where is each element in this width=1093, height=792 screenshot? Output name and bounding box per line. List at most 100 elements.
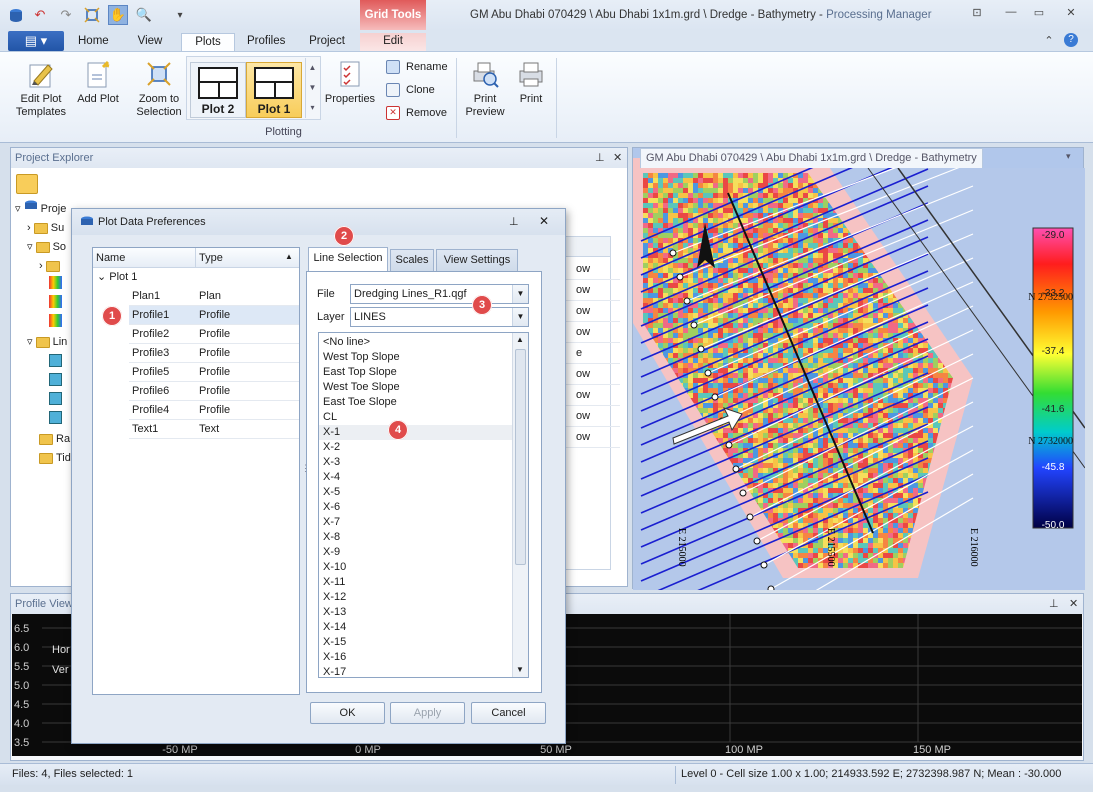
pin-icon[interactable]: ⊥ [1049,597,1059,610]
help-icon[interactable]: ? [1064,33,1078,47]
plot-1-thumbnail[interactable]: Plot 1 [246,62,302,118]
ok-button[interactable]: OK [310,702,385,724]
application-menu-button[interactable]: ▤ ▾ [8,31,64,51]
zoom-extent-icon[interactable] [82,5,102,25]
bathymetry-map[interactable]: -29.0-33.2-37.4-41.6-45.8-50.0N 2732500N… [633,117,1086,617]
tab-scales[interactable]: Scales [390,249,434,271]
line-list-item[interactable]: X-5 [323,485,340,500]
plot-group-row[interactable]: ⌄ Plot 1 [97,270,137,283]
tree-item-folder[interactable]: Tid [39,450,71,466]
tree-item-grid[interactable] [49,295,62,311]
line-list-item[interactable]: X-15 [323,635,346,650]
explorer-toolbar-button[interactable] [16,174,38,194]
add-plot-button[interactable]: Add Plot [74,58,122,106]
line-list-item[interactable]: East Top Slope [323,365,397,380]
redo-icon[interactable]: ↷ [56,5,76,25]
table-row[interactable]: Profile3 Profile [129,344,299,363]
tree-item-line[interactable] [49,411,62,427]
line-list-item[interactable]: X-17 [323,665,346,677]
table-row[interactable]: Plan1 Plan [129,287,299,306]
file-combo[interactable]: Dredging Lines_R1.qgf ▼ [350,284,529,304]
tree-item-folder[interactable]: ▿ So [27,239,66,255]
panel-close-icon[interactable]: ✕ [1069,597,1078,610]
pin-icon[interactable]: ⊥ [595,151,605,164]
table-row[interactable]: Profile6 Profile [129,382,299,401]
column-name[interactable]: Name [96,252,125,264]
line-list-item[interactable]: X-9 [323,545,340,560]
tree-item-project[interactable]: ▿ Proje [15,200,66,216]
tree-item-line[interactable] [49,392,62,408]
cancel-button[interactable]: Cancel [471,702,546,724]
table-row[interactable]: Profile4 Profile [129,401,299,420]
line-list-item[interactable]: <No line> [323,335,370,350]
table-row[interactable]: Profile1 Profile [129,306,299,325]
print-preview-button[interactable]: Print Preview [462,58,508,119]
restore-layout-icon[interactable]: ⊡ [968,6,986,22]
print-button[interactable]: Print [512,58,550,106]
line-list-item[interactable]: X-12 [323,590,346,605]
scroll-down-icon[interactable]: ▼ [516,665,524,674]
table-row[interactable]: Text1 Text [129,420,299,439]
table-row[interactable]: Profile5 Profile [129,363,299,382]
line-list-item[interactable]: X-11 [323,575,345,590]
tab-profiles[interactable]: Profiles [239,33,293,52]
tab-home[interactable]: Home [70,33,116,52]
undo-icon[interactable]: ↶ [30,5,50,25]
line-list-item[interactable]: X-2 [323,440,340,455]
edit-plot-templates-button[interactable]: Edit Plot Templates [12,58,70,119]
maximize-icon[interactable]: ▭ [1030,6,1048,22]
map-document-tab[interactable]: GM Abu Dhabi 070429 \ Abu Dhabi 1x1m.grd… [640,148,983,168]
dialog-close-icon[interactable]: ✕ [539,214,549,228]
line-list-item[interactable]: West Toe Slope [323,380,400,395]
apply-button[interactable]: Apply [390,702,465,724]
tree-item-folder[interactable]: › Su [27,220,64,236]
line-list-item[interactable]: X-1 [319,425,512,440]
tab-view-settings[interactable]: View Settings [436,249,518,271]
tree-item-grid[interactable] [49,276,62,292]
properties-button[interactable]: Properties [322,58,378,106]
rename-button[interactable]: Rename [384,58,448,76]
customize-qat-icon[interactable]: ▾ [170,5,190,25]
tab-line-selection[interactable]: Line Selection [308,247,388,271]
list-scrollbar[interactable]: ▲ ▼ [512,333,528,677]
tab-plots[interactable]: Plots [181,33,235,52]
line-list-item[interactable]: X-4 [323,470,340,485]
line-list[interactable]: <No line> West Top Slope East Top Slope Wes… [318,332,529,678]
minimize-icon[interactable]: — [1002,6,1020,22]
zoom-icon[interactable]: 🔍 [134,5,154,25]
clone-button[interactable]: Clone [384,81,435,99]
remove-button[interactable]: ✕ Remove [384,104,447,122]
dialog-pin-icon[interactable]: ⊥ [509,215,519,228]
line-list-item[interactable]: X-6 [323,500,340,515]
app-icon[interactable] [6,5,26,25]
tab-edit[interactable]: Edit [360,33,426,52]
close-icon[interactable]: ✕ [1062,6,1080,22]
line-list-item[interactable]: X-16 [323,650,346,665]
line-list-item[interactable]: East Toe Slope [323,395,397,410]
tree-item-grid[interactable] [49,314,62,330]
line-list-item[interactable]: X-10 [323,560,346,575]
line-list-item[interactable]: X-13 [323,605,346,620]
tab-view[interactable]: View [128,33,172,52]
table-row[interactable]: Profile2 Profile [129,325,299,344]
tree-item-folder[interactable]: ▿ Lin [27,334,67,350]
scroll-up-icon[interactable]: ▲ [516,335,524,344]
gallery-scroll[interactable]: ▲ ▼ ▾ [305,58,319,118]
pan-tool-icon[interactable]: ✋ [108,5,128,25]
document-menu-icon[interactable]: ▾ [1066,151,1071,162]
zoom-to-selection-button[interactable]: Zoom to Selection [130,58,188,119]
line-list-item[interactable]: X-14 [323,620,346,635]
line-list-item[interactable]: CL [323,410,337,425]
layer-combo[interactable]: LINES ▼ [350,307,529,327]
line-list-item[interactable]: X-7 [323,515,340,530]
collapse-ribbon-icon[interactable]: ⌃ [1040,34,1058,50]
column-type[interactable]: Type [199,252,223,264]
tree-item-folder[interactable]: › [39,258,63,274]
tree-item-folder[interactable]: Ra [39,431,70,447]
panel-close-icon[interactable]: ✕ [613,151,622,164]
line-list-item[interactable]: West Top Slope [323,350,400,365]
line-list-item[interactable]: X-8 [323,530,340,545]
tree-item-line[interactable] [49,373,62,389]
plot-2-thumbnail[interactable]: Plot 2 [190,62,246,118]
line-list-item[interactable]: X-3 [323,455,340,470]
